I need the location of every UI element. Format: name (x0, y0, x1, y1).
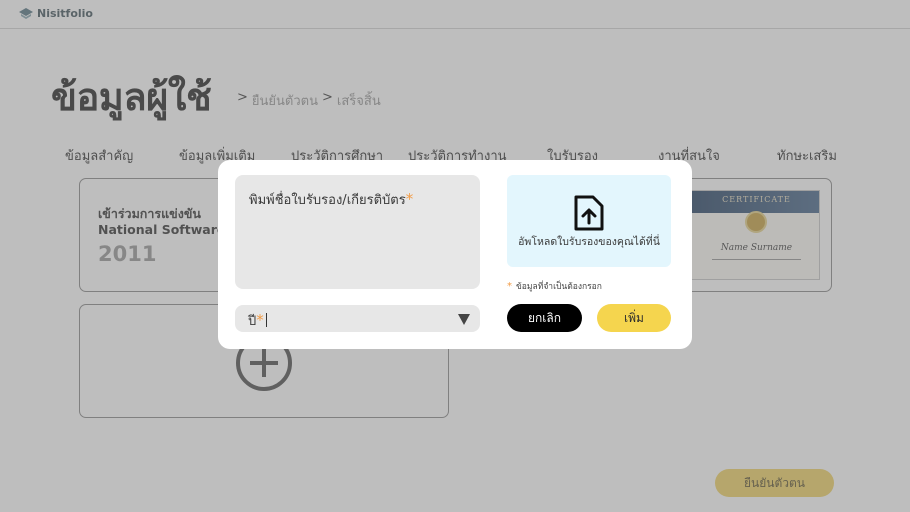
upload-label: อัพโหลดใบรับรองของคุณได้ที่นี่ (518, 236, 660, 248)
certificate-name-input[interactable]: พิมพ์ชื่อใบรับรอง/เกียรติบัตร* (235, 175, 480, 289)
year-select[interactable]: ปี* (235, 305, 480, 332)
required-mark: * (256, 311, 264, 329)
required-note: * ข้อมูลที่จำเป็นต้องกรอก (507, 279, 602, 293)
upload-dropzone[interactable]: อัพโหลดใบรับรองของคุณได้ที่นี่ (507, 175, 671, 267)
required-mark: * (405, 190, 414, 208)
dropdown-arrow-icon[interactable] (458, 314, 470, 325)
text-caret (265, 313, 267, 327)
add-button[interactable]: เพิ่ม (597, 304, 671, 332)
required-mark: * (507, 281, 512, 292)
year-label: ปี* (248, 310, 267, 331)
add-certificate-modal: พิมพ์ชื่อใบรับรอง/เกียรติบัตร* ปี* อัพโห… (218, 160, 692, 349)
certificate-name-placeholder-text: พิมพ์ชื่อใบรับรอง/เกียรติบัตร (249, 193, 406, 208)
certificate-name-placeholder: พิมพ์ชื่อใบรับรอง/เกียรติบัตร* (249, 189, 413, 210)
upload-file-icon (574, 195, 604, 231)
cancel-button[interactable]: ยกเลิก (507, 304, 582, 332)
required-note-text: ข้อมูลที่จำเป็นต้องกรอก (516, 282, 602, 292)
